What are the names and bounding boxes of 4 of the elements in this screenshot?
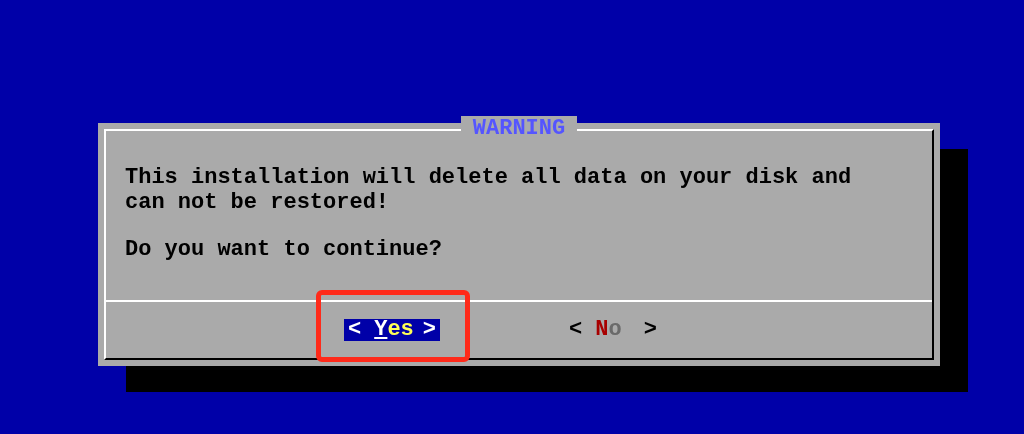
question-text: Do you want to continue? — [125, 237, 443, 262]
warning-message: This installation will delete all data on your disk and can not be restored! — [125, 165, 853, 215]
dialog-button[interactable]: < No > — [565, 319, 661, 341]
dialog-button[interactable]: < Yes > — [344, 319, 440, 341]
